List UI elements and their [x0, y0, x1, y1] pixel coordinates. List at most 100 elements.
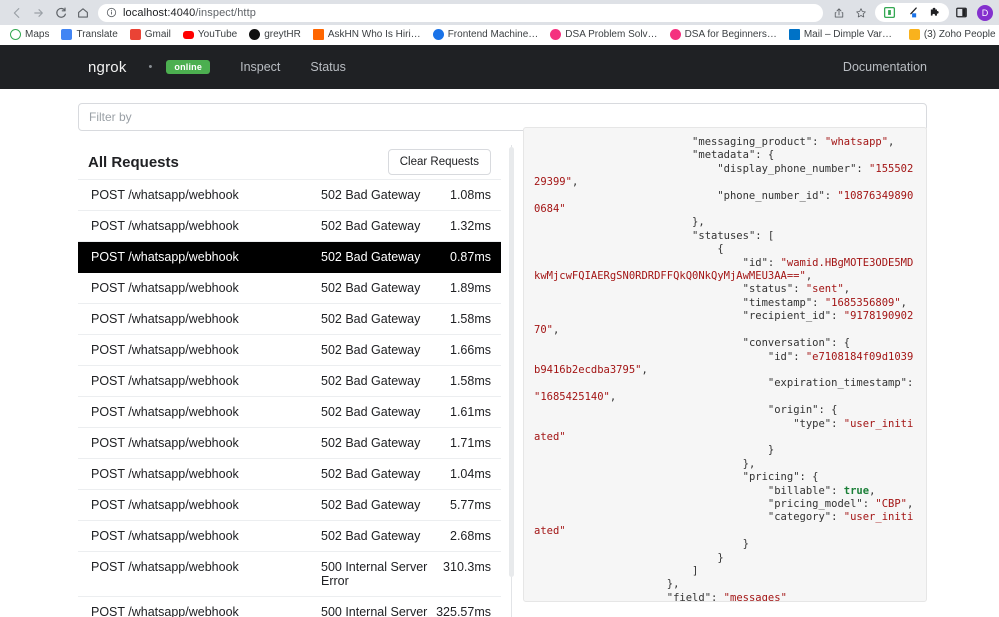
json-token: "origin": {	[767, 404, 838, 417]
table-row[interactable]: POST /whatsapp/webhook 502 Bad Gateway 1.6…	[78, 397, 501, 428]
ext-green-icon[interactable]	[879, 3, 899, 23]
youtube-icon	[182, 30, 194, 39]
star-icon[interactable]	[851, 3, 871, 23]
content-columns: All Requests Clear Requests POST /whatsa…	[78, 127, 927, 617]
table-row[interactable]: POST /whatsapp/webhook 502 Bad Gateway 0.8…	[78, 242, 501, 273]
greythr-icon	[249, 29, 261, 40]
bookmark-item[interactable]: Translate	[55, 26, 123, 44]
bookmark-label: Gmail	[144, 29, 171, 40]
json-token: "whatsapp"	[824, 136, 889, 148]
bookmark-item[interactable]: Frontend Machine…	[427, 26, 545, 44]
home-icon[interactable]	[72, 2, 94, 24]
table-row[interactable]: POST /whatsapp/webhook 502 Bad Gateway 2.6…	[78, 521, 501, 552]
request-duration: 1.58ms	[450, 374, 491, 388]
json-line: "recipient_id": "917819090270",	[534, 310, 913, 335]
table-row[interactable]: POST /whatsapp/webhook 502 Bad Gateway 1.0…	[78, 180, 501, 211]
bookmark-item[interactable]: DSA for Beginners…	[664, 26, 783, 44]
ext-pen-icon[interactable]	[902, 3, 922, 23]
bookmark-item[interactable]: Gmail	[124, 26, 177, 44]
json-line: "id": "e7108184f09d1039b9416b2ecdba3795"…	[534, 351, 913, 376]
json-line: }	[534, 444, 774, 456]
puzzle-icon[interactable]	[925, 3, 945, 23]
list-scrollbar-thumb[interactable]	[509, 147, 514, 577]
request-status: 500 Internal Server Error	[321, 605, 428, 617]
request-method-path: POST /whatsapp/webhook	[91, 498, 239, 512]
json-line: "category": "user_initiated"	[534, 511, 913, 536]
share-icon[interactable]	[829, 3, 849, 23]
json-token: "statuses": [	[692, 229, 775, 242]
json-line: "pricing_model": "CBP",	[534, 498, 913, 510]
nav-link-documentation[interactable]: Documentation	[843, 60, 927, 74]
bookmark-item[interactable]: Mail – Dimple Vars…	[783, 26, 903, 44]
bookmark-label: DSA Problem Solv…	[565, 29, 658, 40]
table-row[interactable]: POST /whatsapp/webhook 502 Bad Gateway 1.5…	[78, 366, 501, 397]
bookmark-label: (3) Zoho People	[923, 29, 996, 40]
bookmark-item[interactable]: greytHR	[243, 26, 307, 44]
nav-link-inspect[interactable]: Inspect	[240, 60, 280, 74]
request-method-path: POST /whatsapp/webhook	[91, 529, 239, 543]
json-token: ,	[609, 390, 617, 403]
table-row[interactable]: POST /whatsapp/webhook 502 Bad Gateway 1.0…	[78, 459, 501, 490]
json-token: "metadata": {	[692, 149, 775, 162]
table-row[interactable]: POST /whatsapp/webhook 500 Internal Serve…	[78, 597, 501, 617]
site-information-icon[interactable]	[106, 7, 117, 18]
gmail-icon	[129, 29, 141, 40]
json-token: ,	[900, 296, 907, 309]
json-token: },	[666, 578, 680, 591]
profile-avatar[interactable]: D	[977, 4, 993, 21]
bookmarks-bar: Maps Translate Gmail YouTube greytHR AskHN Wh…	[0, 25, 999, 45]
json-line: "billable": true,	[534, 485, 875, 497]
json-line: "statuses": [	[534, 230, 774, 242]
request-detail-panel[interactable]: "messaging_product": "whatsapp", "metada…	[523, 127, 927, 602]
request-method-path: POST /whatsapp/webhook	[91, 436, 239, 450]
table-row[interactable]: POST /whatsapp/webhook 502 Bad Gateway 1.3…	[78, 211, 501, 242]
side-panel-icon[interactable]	[951, 3, 971, 23]
zoho-icon	[908, 29, 920, 40]
bookmark-item[interactable]: AskHN Who Is Hiri…	[307, 26, 427, 44]
address-bar[interactable]: localhost:4040/inspect/http	[98, 3, 823, 22]
json-token: "messages"	[723, 591, 787, 602]
table-row[interactable]: POST /whatsapp/webhook 502 Bad Gateway 5.7…	[78, 490, 501, 521]
json-line: "phone_number_id": "108763498900684"	[534, 190, 913, 215]
forward-arrow-icon[interactable]	[28, 2, 50, 24]
extensions-pill	[875, 3, 949, 22]
json-token: }	[767, 444, 775, 457]
bookmark-label: Mail – Dimple Vars…	[803, 29, 897, 40]
bookmark-item[interactable]: DSA Problem Solv…	[544, 26, 663, 44]
request-status: 502 Bad Gateway	[321, 498, 421, 512]
table-row[interactable]: POST /whatsapp/webhook 502 Bad Gateway 1.7…	[78, 428, 501, 459]
ngrok-logo[interactable]: ngrok	[88, 59, 127, 76]
json-line: "conversation": {	[534, 337, 850, 349]
bookmark-item[interactable]: YouTube	[177, 26, 243, 44]
json-token: "1685425140"	[534, 390, 610, 403]
request-status: 502 Bad Gateway	[321, 312, 421, 326]
back-arrow-icon[interactable]	[6, 2, 28, 24]
json-token: "user_initiated"	[534, 511, 914, 537]
reload-icon[interactable]	[50, 2, 72, 24]
json-token: "pricing": {	[742, 471, 819, 484]
json-line: "display_phone_number": "15550229399",	[534, 163, 913, 188]
notion-pink-icon	[550, 29, 562, 40]
request-status: 502 Bad Gateway	[321, 188, 421, 202]
bookmark-item[interactable]: (3) Zoho People	[903, 26, 999, 44]
json-token: "field":	[666, 591, 724, 602]
json-token: ,	[805, 270, 813, 283]
ngrok-header: ngrok • online Inspect Status Documentat…	[0, 45, 999, 89]
request-duration: 2.68ms	[450, 529, 491, 543]
status-badge: online	[166, 60, 211, 74]
json-token: "expiration_timestamp":	[767, 377, 920, 390]
table-row[interactable]: POST /whatsapp/webhook 502 Bad Gateway 1.6…	[78, 335, 501, 366]
json-line: },	[534, 458, 756, 470]
json-token: "pricing_model":	[767, 497, 876, 510]
bookmark-item[interactable]: Maps	[4, 26, 55, 44]
clear-requests-button[interactable]: Clear Requests	[387, 149, 491, 175]
table-row[interactable]: POST /whatsapp/webhook 500 Internal Serve…	[78, 552, 501, 597]
request-duration: 0.87ms	[450, 250, 491, 264]
json-token: ,	[641, 363, 648, 376]
table-row[interactable]: POST /whatsapp/webhook 502 Bad Gateway 1.8…	[78, 273, 501, 304]
table-row[interactable]: POST /whatsapp/webhook 502 Bad Gateway 1.5…	[78, 304, 501, 335]
nav-link-status[interactable]: Status	[310, 60, 345, 74]
json-token: "billable":	[767, 484, 844, 497]
request-duration: 1.58ms	[450, 312, 491, 326]
request-method-path: POST /whatsapp/webhook	[91, 281, 239, 295]
